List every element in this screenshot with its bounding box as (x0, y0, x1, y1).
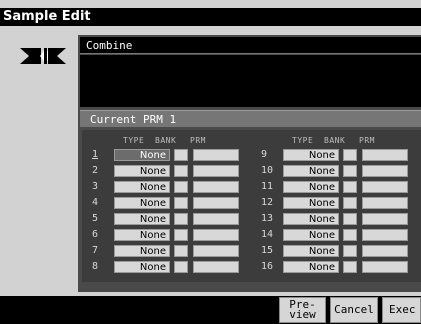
display-area (80, 55, 421, 107)
row-number: 5 (92, 213, 99, 224)
bank-field[interactable] (343, 213, 357, 225)
list-item: 5 None (92, 212, 252, 226)
prm-field[interactable] (193, 245, 239, 257)
prm-field[interactable] (362, 149, 408, 161)
list-item: 8 None (92, 260, 252, 274)
type-field[interactable]: None (114, 245, 170, 257)
col-header-bank: BANK (324, 136, 346, 145)
bank-field[interactable] (343, 149, 357, 161)
type-field[interactable]: None (114, 213, 170, 225)
preview-button[interactable]: Pre- view (279, 297, 326, 323)
exec-button[interactable]: Exec (382, 297, 421, 323)
col-header-prm: PRM (190, 136, 206, 145)
sample-edit-logo-icon (20, 45, 66, 67)
row-number: 11 (261, 181, 274, 192)
col-headers-right: TYPE BANK PRM (292, 136, 421, 146)
col-header-type: TYPE (292, 136, 314, 145)
prm-field[interactable] (362, 261, 408, 273)
bank-field[interactable] (174, 165, 188, 177)
window-title: Sample Edit (0, 8, 421, 26)
preview-label-line2: view (289, 308, 316, 321)
prm-field[interactable] (362, 165, 408, 177)
current-prm-bar: Current PRM 1 (80, 110, 421, 127)
sample-edit-screen: Sample Edit Combine Current PRM 1 TYPE B… (0, 0, 421, 324)
bank-field[interactable] (343, 197, 357, 209)
list-item: 9 None (261, 148, 421, 162)
type-field[interactable]: None (283, 229, 339, 241)
list-item: 3 None (92, 180, 252, 194)
prm-field[interactable] (362, 181, 408, 193)
row-number: 3 (92, 181, 99, 192)
list-item: 11 None (261, 180, 421, 194)
prm-field[interactable] (362, 245, 408, 257)
bank-field[interactable] (174, 181, 188, 193)
bank-field[interactable] (174, 197, 188, 209)
list-item: 12 None (261, 196, 421, 210)
col-headers-left: TYPE BANK PRM (123, 136, 253, 146)
row-number: 13 (261, 213, 274, 224)
bank-field[interactable] (174, 245, 188, 257)
prm-field[interactable] (193, 149, 239, 161)
prm-field[interactable] (362, 197, 408, 209)
bank-field[interactable] (343, 165, 357, 177)
row-number: 7 (92, 245, 99, 256)
prm-field[interactable] (193, 261, 239, 273)
list-item: 7 None (92, 244, 252, 258)
list-item: 1 None (92, 148, 252, 162)
prm-field[interactable] (193, 197, 239, 209)
row-number: 6 (92, 229, 99, 240)
col-header-bank: BANK (155, 136, 177, 145)
type-field[interactable]: None (114, 197, 170, 209)
list-item: 14 None (261, 228, 421, 242)
row-number: 8 (92, 261, 99, 272)
type-field[interactable]: None (114, 149, 170, 161)
list-item: 10 None (261, 164, 421, 178)
bank-field[interactable] (174, 213, 188, 225)
combine-header: Combine (80, 37, 421, 54)
type-field[interactable]: None (283, 181, 339, 193)
prm-field[interactable] (193, 165, 239, 177)
row-number: 12 (261, 197, 274, 208)
type-field[interactable]: None (283, 261, 339, 273)
bank-field[interactable] (174, 261, 188, 273)
bank-field[interactable] (343, 261, 357, 273)
bank-field[interactable] (343, 229, 357, 241)
bank-field[interactable] (174, 229, 188, 241)
bank-field[interactable] (343, 181, 357, 193)
prm-field[interactable] (193, 229, 239, 241)
list-item: 13 None (261, 212, 421, 226)
bank-field[interactable] (174, 149, 188, 161)
type-field[interactable]: None (283, 165, 339, 177)
list-item: 16 None (261, 260, 421, 274)
list-item: 6 None (92, 228, 252, 242)
row-number: 15 (261, 245, 274, 256)
row-number: 14 (261, 229, 274, 240)
list-item: 15 None (261, 244, 421, 258)
list-item: 2 None (92, 164, 252, 178)
prm-field[interactable] (193, 213, 239, 225)
col-header-prm: PRM (359, 136, 375, 145)
bank-field[interactable] (343, 245, 357, 257)
prm-field[interactable] (362, 229, 408, 241)
row-number: 10 (261, 165, 274, 176)
type-field[interactable]: None (114, 229, 170, 241)
list-item: 4 None (92, 196, 252, 210)
row-number: 9 (261, 149, 268, 160)
row-number: 1 (92, 149, 99, 160)
type-field[interactable]: None (114, 261, 170, 273)
row-number: 2 (92, 165, 99, 176)
row-number: 16 (261, 261, 274, 272)
type-field[interactable]: None (283, 149, 339, 161)
prm-field[interactable] (193, 181, 239, 193)
cancel-button[interactable]: Cancel (330, 297, 378, 323)
type-field[interactable]: None (283, 213, 339, 225)
col-header-type: TYPE (123, 136, 145, 145)
type-field[interactable]: None (283, 197, 339, 209)
row-number: 4 (92, 197, 99, 208)
prm-field[interactable] (362, 213, 408, 225)
type-field[interactable]: None (283, 245, 339, 257)
type-field[interactable]: None (114, 181, 170, 193)
type-field[interactable]: None (114, 165, 170, 177)
